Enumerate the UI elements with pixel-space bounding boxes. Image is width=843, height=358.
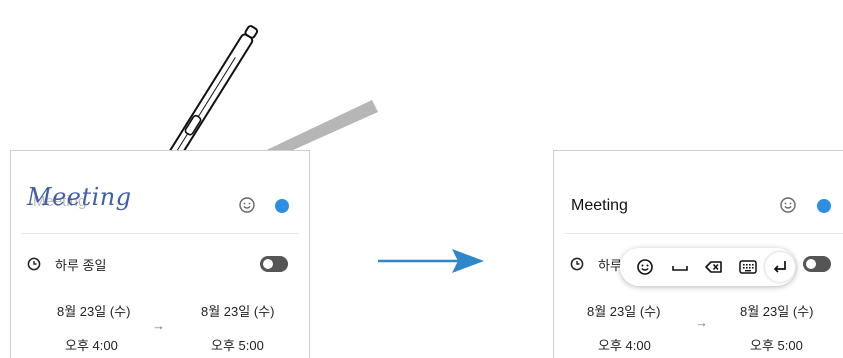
- divider: [564, 233, 843, 234]
- start-date[interactable]: 8월 23일 (수): [587, 301, 660, 320]
- end-date[interactable]: 8월 23일 (수): [201, 301, 274, 320]
- title-row: Meeting Meeting: [11, 151, 309, 233]
- enter-button[interactable]: [765, 252, 795, 282]
- handwritten-title[interactable]: Meeting: [27, 183, 132, 211]
- title-row: Meeting: [554, 151, 843, 233]
- handwriting-toolbar: [620, 248, 796, 286]
- enter-icon: [773, 261, 786, 273]
- event-title-field[interactable]: Meeting: [571, 197, 628, 215]
- divider: [21, 233, 299, 234]
- backspace-icon[interactable]: [704, 257, 724, 277]
- all-day-toggle[interactable]: [803, 256, 831, 272]
- all-day-row: 하루 종일: [11, 251, 309, 277]
- clock-icon: [27, 257, 41, 271]
- arrow-right-icon: [378, 249, 484, 273]
- start-time[interactable]: 오후 4:00: [65, 335, 118, 354]
- end-time[interactable]: 오후 5:00: [750, 335, 803, 354]
- smiley-icon[interactable]: [778, 195, 798, 215]
- range-arrow: →: [695, 315, 708, 330]
- space-icon[interactable]: [670, 257, 690, 277]
- range-arrow: →: [152, 318, 165, 333]
- smiley-icon[interactable]: [237, 195, 257, 215]
- clock-icon: [570, 257, 584, 271]
- all-day-toggle[interactable]: [260, 256, 288, 272]
- event-editor-before: Meeting Meeting 하루 종일 8월 23일 (수) 8월 23일 …: [10, 150, 310, 358]
- all-day-label: 하루: [598, 258, 622, 273]
- all-day-label: 하루 종일: [55, 258, 107, 273]
- end-date[interactable]: 8월 23일 (수): [740, 301, 813, 320]
- end-time[interactable]: 오후 5:00: [211, 335, 264, 354]
- start-date[interactable]: 8월 23일 (수): [57, 301, 130, 320]
- color-picker-dot[interactable]: [817, 199, 831, 213]
- keyboard-icon[interactable]: [738, 257, 758, 277]
- smiley-icon[interactable]: [635, 257, 655, 277]
- start-time[interactable]: 오후 4:00: [598, 335, 651, 354]
- color-picker-dot[interactable]: [275, 199, 289, 213]
